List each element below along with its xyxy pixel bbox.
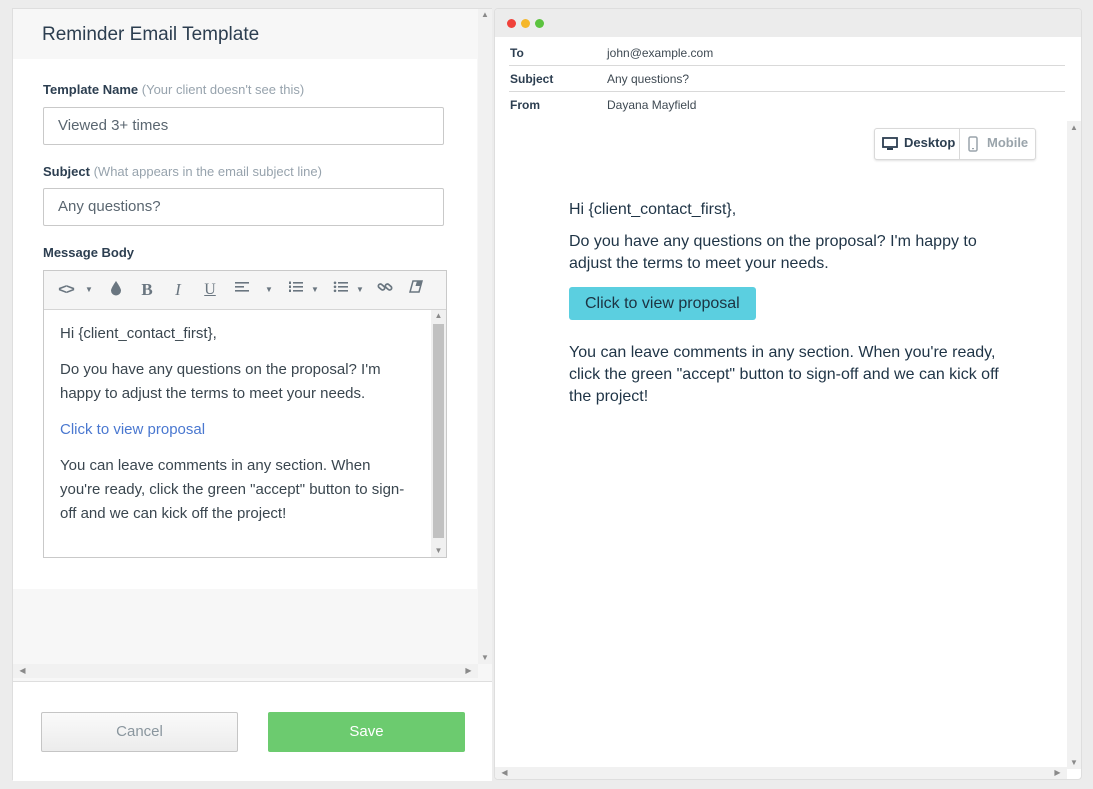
- italic-icon[interactable]: I: [168, 280, 188, 300]
- scroll-down-arrow-icon[interactable]: ▼: [431, 546, 446, 555]
- subject-label: Subject (What appears in the email subje…: [43, 164, 322, 179]
- email-to-row: To john@example.com: [509, 40, 1065, 66]
- preview-paragraph-1: Do you have any questions on the proposa…: [569, 233, 977, 272]
- to-label: To: [510, 46, 524, 60]
- template-editor-panel: Reminder Email Template Template Name (Y…: [12, 8, 492, 781]
- desktop-monitor-icon: [882, 137, 898, 150]
- code-icon[interactable]: <>: [54, 280, 78, 300]
- cancel-button[interactable]: Cancel: [41, 712, 238, 752]
- desktop-label: Desktop: [904, 135, 956, 150]
- ordered-list-caret-icon[interactable]: ▼: [310, 280, 320, 300]
- preview-scroll-up-arrow-icon[interactable]: ▲: [1067, 123, 1081, 132]
- align-icon[interactable]: [232, 280, 252, 300]
- panel-scroll-right-arrow-icon[interactable]: ▶: [461, 666, 476, 675]
- message-body-content[interactable]: Hi {client_contact_first}, Do you have a…: [44, 310, 430, 557]
- preview-paragraph-2: You can leave comments in any section. W…: [569, 344, 999, 405]
- editor-vertical-scrollbar[interactable]: ▲ ▼: [431, 310, 446, 557]
- template-name-hint: (Your client doesn't see this): [141, 82, 305, 97]
- save-button[interactable]: Save: [268, 712, 465, 752]
- unordered-list-icon[interactable]: [331, 280, 351, 300]
- message-body-editor: <> ▼ B I U ▼ ▼ ▼ Hi {client_contact_firs…: [43, 270, 447, 558]
- numbered-list-icon: [289, 281, 303, 292]
- window-maximize-dot-icon: [535, 19, 544, 28]
- email-from-row: From Dayana Mayfield: [509, 92, 1065, 117]
- template-form: Template Name (Your client doesn't see t…: [13, 59, 477, 589]
- clear-format-icon[interactable]: [406, 280, 426, 300]
- window-close-dot-icon: [507, 19, 516, 28]
- preview-greeting: Hi {client_contact_first},: [569, 201, 737, 218]
- email-subject-row: Subject Any questions?: [509, 66, 1065, 92]
- ordered-list-icon[interactable]: [286, 280, 306, 300]
- view-proposal-button[interactable]: Click to view proposal: [569, 287, 756, 320]
- preview-horizontal-scrollbar[interactable]: ◀ ▶: [495, 767, 1067, 779]
- panel-vertical-scrollbar[interactable]: ▲ ▼: [478, 9, 492, 664]
- code-dropdown-caret-icon[interactable]: ▼: [84, 280, 94, 300]
- preview-scroll-right-arrow-icon[interactable]: ▶: [1050, 768, 1065, 777]
- underline-icon[interactable]: U: [200, 280, 220, 300]
- unordered-list-caret-icon[interactable]: ▼: [355, 280, 365, 300]
- mobile-phone-icon: [968, 136, 978, 152]
- to-value: john@example.com: [607, 46, 714, 60]
- editor-toolbar: <> ▼ B I U ▼ ▼ ▼: [44, 271, 446, 310]
- preview-scroll-left-arrow-icon[interactable]: ◀: [497, 768, 512, 777]
- link-icon[interactable]: [375, 280, 395, 300]
- preview-button-wrap: Click to view proposal: [569, 287, 999, 320]
- template-form-scroll-area: Reminder Email Template Template Name (Y…: [13, 9, 478, 664]
- editor-paragraph-2: You can leave comments in any section. W…: [60, 457, 405, 522]
- window-minimize-dot-icon: [521, 19, 530, 28]
- template-name-label: Template Name (Your client doesn't see t…: [43, 82, 305, 97]
- device-view-toggle: Desktop Mobile: [874, 128, 1036, 160]
- editor-paragraph-1: Do you have any questions on the proposa…: [60, 361, 381, 402]
- editor-greeting: Hi {client_contact_first},: [60, 325, 217, 342]
- editor-proposal-link[interactable]: Click to view proposal: [60, 418, 414, 442]
- subject-header-value: Any questions?: [607, 72, 690, 86]
- form-footer: Cancel Save: [13, 681, 492, 781]
- panel-scroll-down-arrow-icon[interactable]: ▼: [478, 653, 492, 662]
- panel-scroll-left-arrow-icon[interactable]: ◀: [15, 666, 30, 675]
- from-label: From: [510, 98, 540, 112]
- subject-input[interactable]: Any questions?: [43, 188, 444, 226]
- from-value: Dayana Mayfield: [607, 98, 697, 112]
- editor-scroll-thumb[interactable]: [433, 324, 444, 538]
- subject-header-label: Subject: [510, 72, 554, 86]
- scroll-up-arrow-icon[interactable]: ▲: [431, 311, 446, 320]
- email-body-preview: Hi {client_contact_first}, Do you have a…: [569, 199, 999, 408]
- template-name-input[interactable]: Viewed 3+ times: [43, 107, 444, 145]
- mobile-view-button[interactable]: Mobile: [960, 129, 1035, 159]
- panel-header: Reminder Email Template: [13, 9, 477, 59]
- color-drop-icon[interactable]: [106, 280, 126, 300]
- subject-hint: (What appears in the email subject line): [93, 164, 322, 179]
- bullet-list-icon: [333, 281, 348, 293]
- align-left-icon: [235, 282, 249, 292]
- mobile-label: Mobile: [987, 135, 1029, 150]
- panel-scroll-up-arrow-icon[interactable]: ▲: [478, 10, 492, 19]
- preview-window-titlebar: [495, 9, 1081, 37]
- preview-scroll-down-arrow-icon[interactable]: ▼: [1067, 758, 1081, 767]
- message-body-label: Message Body: [43, 245, 135, 260]
- eraser-icon: [409, 280, 423, 293]
- bold-icon[interactable]: B: [137, 280, 157, 300]
- desktop-view-button[interactable]: Desktop: [875, 129, 960, 159]
- chain-icon: [377, 283, 393, 291]
- preview-vertical-scrollbar[interactable]: ▲ ▼: [1067, 121, 1081, 769]
- panel-horizontal-scrollbar[interactable]: ◀ ▶: [13, 664, 478, 678]
- align-dropdown-caret-icon[interactable]: ▼: [264, 280, 274, 300]
- email-preview-panel: To john@example.com Subject Any question…: [494, 8, 1082, 780]
- page-title: Reminder Email Template: [42, 24, 260, 45]
- drop-icon: [111, 281, 121, 296]
